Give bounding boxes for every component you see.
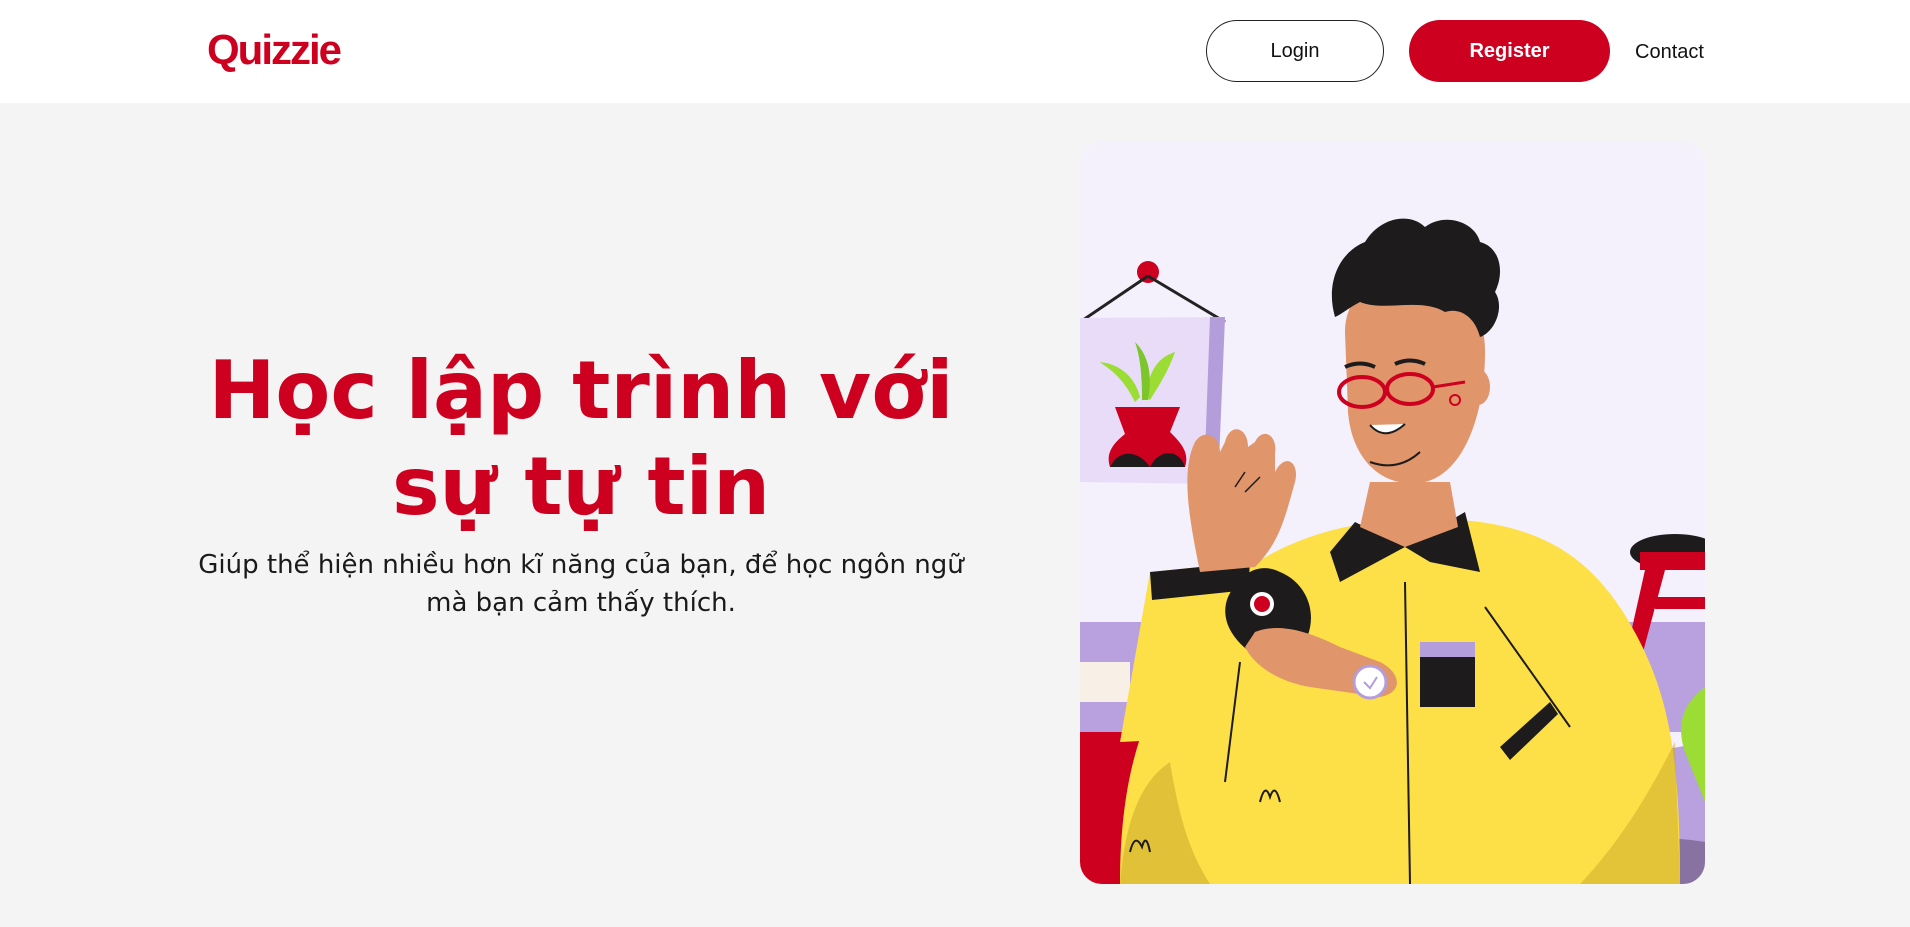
- register-button[interactable]: Register: [1409, 20, 1610, 82]
- hero-title-line-2: sự tự tin: [391, 440, 771, 533]
- hero-subtitle-line-1: Giúp thể hiện nhiều hơn kĩ năng của bạn,…: [198, 550, 964, 580]
- hero-subtitle: Giúp thể hiện nhiều hơn kĩ năng của bạn,…: [190, 546, 972, 622]
- hero-title: Học lập trình với sự tự tin: [160, 343, 1002, 535]
- top-navbar: Quizzie Login Register Contact: [0, 0, 1910, 103]
- hero-subtitle-line-2: mà bạn cảm thấy thích.: [426, 588, 736, 618]
- contact-link[interactable]: Contact: [1635, 38, 1704, 66]
- login-button[interactable]: Login: [1206, 20, 1384, 82]
- hero-title-line-1: Học lập trình với: [208, 344, 954, 437]
- hero-illustration: [1080, 142, 1705, 884]
- quizzie-logo[interactable]: Quizzie: [207, 24, 342, 76]
